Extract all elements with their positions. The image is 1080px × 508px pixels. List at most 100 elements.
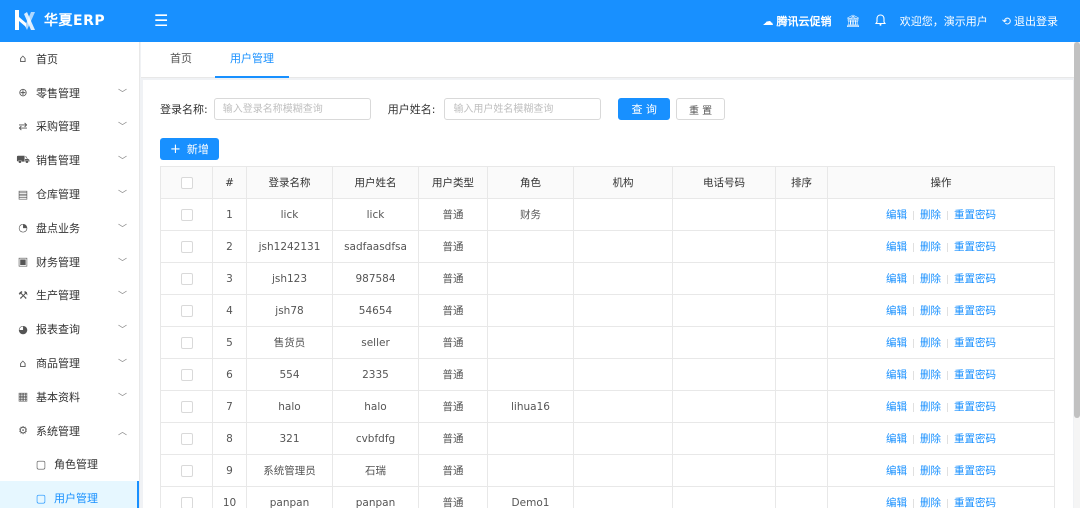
cell-name: 石瑞 <box>332 454 419 487</box>
brand-name: 华夏ERP <box>44 13 106 29</box>
edit-link[interactable]: 编辑 <box>886 433 907 445</box>
delete-link[interactable]: 删除 <box>920 369 941 381</box>
reset-password-link[interactable]: 重置密码 <box>954 273 996 285</box>
cell-phone <box>672 358 776 391</box>
promo-label: 腾讯云促销 <box>776 15 832 28</box>
brand-logo[interactable]: 华夏ERP <box>14 9 105 31</box>
row-checkbox[interactable] <box>180 432 193 445</box>
cell-phone <box>672 422 776 455</box>
cell-idx: 7 <box>212 390 247 423</box>
login-name-input[interactable] <box>213 98 371 120</box>
sidebar-item[interactable]: ◔ 盘点业务 ﹀ <box>0 211 139 245</box>
edit-link[interactable]: 编辑 <box>886 305 907 317</box>
logout-link[interactable]: ⟲ 退出登录 <box>1002 13 1058 29</box>
sidebar-subitem[interactable]: ▢ 用户管理 <box>0 481 139 508</box>
edit-link[interactable]: 编辑 <box>886 241 907 253</box>
row-actions: 编辑 删除 重置密码 <box>827 422 1055 455</box>
menu-fold-icon[interactable]: ☰ <box>154 11 168 30</box>
delete-link[interactable]: 删除 <box>920 433 941 445</box>
sidebar-item[interactable]: ⇄ 采购管理 ﹀ <box>0 110 139 144</box>
edit-link[interactable]: 编辑 <box>886 337 907 349</box>
cell-sort <box>775 358 828 391</box>
reset-password-link[interactable]: 重置密码 <box>954 465 996 477</box>
sidebar-item-label: 生产管理 <box>36 289 80 303</box>
row-checkbox-cell[interactable] <box>160 262 213 295</box>
edit-link[interactable]: 编辑 <box>886 273 907 285</box>
edit-link[interactable]: 编辑 <box>886 369 907 381</box>
bank-icon[interactable]: 🏛 <box>846 14 861 28</box>
bell-icon[interactable] <box>874 13 886 29</box>
sidebar-item[interactable]: ⌂ 商品管理 ﹀ <box>0 346 139 380</box>
reset-password-link[interactable]: 重置密码 <box>954 241 996 253</box>
page-scrollbar[interactable] <box>1074 42 1080 508</box>
edit-link[interactable]: 编辑 <box>886 497 907 508</box>
delete-link[interactable]: 删除 <box>920 305 941 317</box>
tab-home[interactable]: 首页 <box>155 42 207 78</box>
row-checkbox-cell[interactable] <box>160 326 213 359</box>
sidebar-item[interactable]: ⌂ 首页 <box>0 42 139 76</box>
reset-password-link[interactable]: 重置密码 <box>954 433 996 445</box>
row-checkbox[interactable] <box>180 496 193 508</box>
delete-link[interactable]: 删除 <box>920 497 941 508</box>
chevron-down-icon: ﹀ <box>117 190 127 201</box>
cell-org <box>573 486 673 508</box>
row-checkbox-cell[interactable] <box>160 230 213 263</box>
edit-link[interactable]: 编辑 <box>886 209 907 221</box>
username-input[interactable] <box>444 98 602 120</box>
row-checkbox-cell[interactable] <box>160 390 213 423</box>
query-button[interactable]: 查 询 <box>618 98 670 120</box>
delete-link[interactable]: 删除 <box>920 337 941 349</box>
add-user-button[interactable]: + 新增 <box>160 138 219 160</box>
row-checkbox[interactable] <box>180 208 193 221</box>
select-all-checkbox[interactable] <box>180 176 193 189</box>
sidebar: ⌂ 首页 ⊕ 零售管理 ﹀ ⇄ 采购管理 ﹀ ⛟ 销售管理 ﹀ ▤ 仓库管理 ﹀ ◔ 盘点业务 ﹀ ▣ 财务管理 ﹀ ⚒… <box>0 42 140 508</box>
reset-password-link[interactable]: 重置密码 <box>954 369 996 381</box>
sidebar-item[interactable]: ⚒ 生产管理 ﹀ <box>0 279 139 313</box>
row-checkbox-cell[interactable] <box>160 198 213 231</box>
sidebar-item[interactable]: ◕ 报表查询 ﹀ <box>0 312 139 346</box>
sidebar-subitem[interactable]: ▢ 角色管理 <box>0 448 139 482</box>
row-checkbox[interactable] <box>180 336 193 349</box>
sidebar-item[interactable]: ▤ 仓库管理 ﹀ <box>0 177 139 211</box>
reset-password-link[interactable]: 重置密码 <box>954 497 996 508</box>
row-checkbox[interactable] <box>180 368 193 381</box>
sidebar-item[interactable]: ⊕ 零售管理 ﹀ <box>0 76 139 110</box>
edit-link[interactable]: 编辑 <box>886 401 907 413</box>
reset-button[interactable]: 重 置 <box>675 98 726 120</box>
divider <box>913 370 914 380</box>
cell-org <box>573 422 673 455</box>
reset-password-link[interactable]: 重置密码 <box>954 305 996 317</box>
row-checkbox-cell[interactable] <box>160 422 213 455</box>
sidebar-item[interactable]: ▣ 财务管理 ﹀ <box>0 245 139 279</box>
row-checkbox-cell[interactable] <box>160 294 213 327</box>
cell-phone <box>672 198 776 231</box>
reset-password-link[interactable]: 重置密码 <box>954 401 996 413</box>
sidebar-item[interactable]: ▦ 基本资料 ﹀ <box>0 380 139 414</box>
divider <box>947 338 948 348</box>
delete-link[interactable]: 删除 <box>920 401 941 413</box>
delete-link[interactable]: 删除 <box>920 273 941 285</box>
edit-link[interactable]: 编辑 <box>886 465 907 477</box>
row-checkbox-cell[interactable] <box>160 486 213 508</box>
sidebar-item[interactable]: ⚙ 系统管理 ︿ <box>0 414 139 448</box>
delete-link[interactable]: 删除 <box>920 465 941 477</box>
reset-password-link[interactable]: 重置密码 <box>954 209 996 221</box>
reset-password-link[interactable]: 重置密码 <box>954 337 996 349</box>
scrollbar-thumb[interactable] <box>1074 42 1080 418</box>
cell-login: 系统管理员 <box>246 454 333 487</box>
promo-link[interactable]: ☁ 腾讯云促销 <box>763 13 832 29</box>
sidebar-item[interactable]: ⛟ 销售管理 ﹀ <box>0 143 139 177</box>
row-checkbox[interactable] <box>180 272 193 285</box>
row-checkbox-cell[interactable] <box>160 358 213 391</box>
row-checkbox[interactable] <box>180 304 193 317</box>
row-checkbox[interactable] <box>180 240 193 253</box>
row-checkbox[interactable] <box>180 464 193 477</box>
delete-link[interactable]: 删除 <box>920 209 941 221</box>
cell-type: 普通 <box>418 198 488 231</box>
delete-link[interactable]: 删除 <box>920 241 941 253</box>
select-all-checkbox-cell[interactable] <box>160 166 213 199</box>
row-checkbox-cell[interactable] <box>160 454 213 487</box>
row-checkbox[interactable] <box>180 400 193 413</box>
cell-phone <box>672 390 776 423</box>
tab-user-management[interactable]: 用户管理 <box>215 42 289 78</box>
